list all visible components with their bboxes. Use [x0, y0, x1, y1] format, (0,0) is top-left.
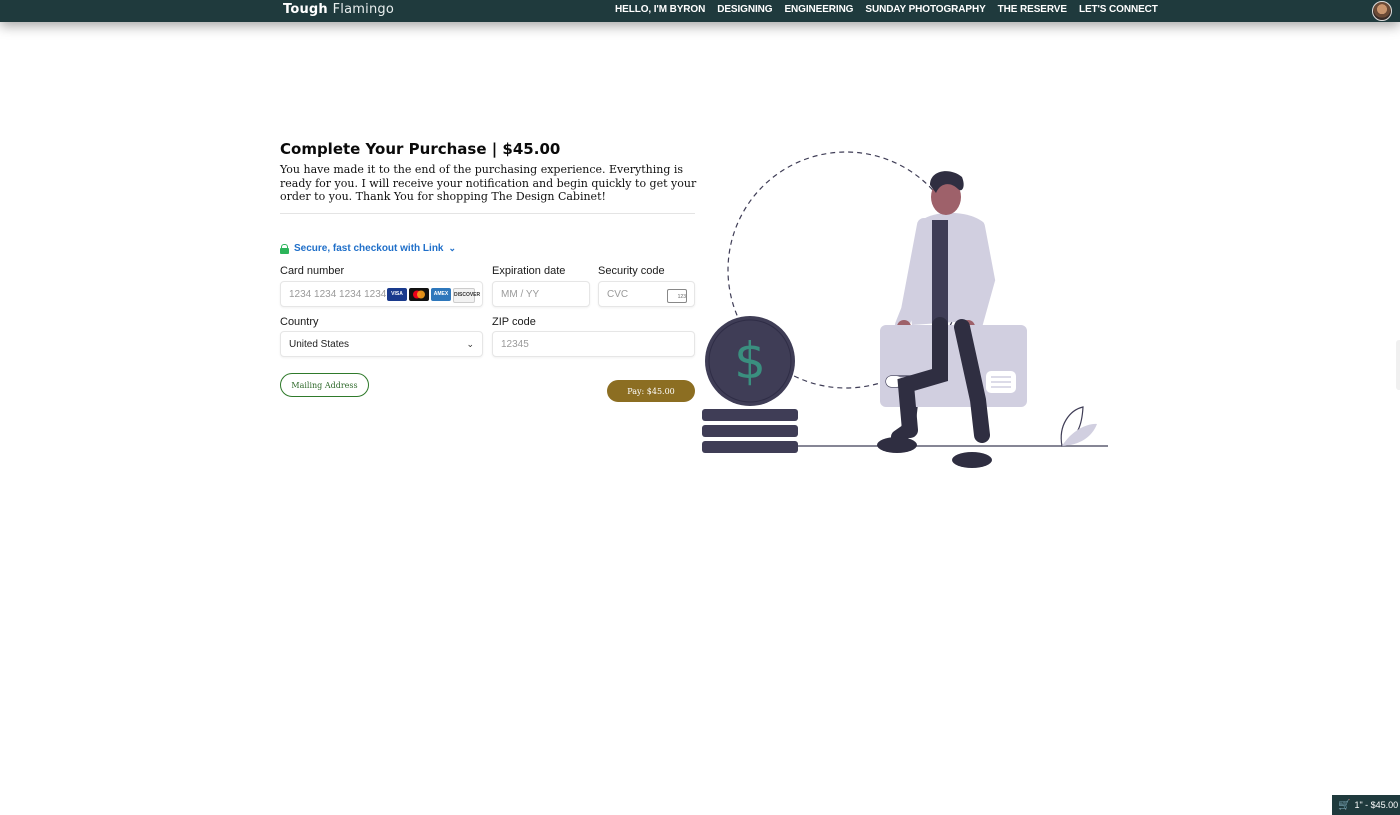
- pay-button[interactable]: Pay: $45.00: [607, 380, 695, 402]
- cart-widget[interactable]: 🛒 1" - $45.00: [1332, 795, 1400, 815]
- amex-icon: AMEX: [431, 288, 451, 301]
- coin-stack-3: [702, 441, 798, 453]
- cart-icon: 🛒: [1338, 799, 1351, 811]
- person-shirt: [932, 220, 948, 330]
- security-code-input[interactable]: CVC 123: [598, 281, 695, 307]
- nav-item-lets-connect[interactable]: LET'S CONNECT: [1079, 4, 1158, 15]
- security-code-placeholder: CVC: [607, 288, 629, 300]
- expiration-input[interactable]: MM / YY: [492, 281, 590, 307]
- security-code-label: Security code: [598, 265, 665, 277]
- brand-light: Flamingo: [332, 2, 395, 17]
- link-checkout[interactable]: Secure, fast checkout with Link ⌄: [280, 243, 456, 254]
- cvc-card-icon: 123: [667, 289, 687, 303]
- discover-icon: DISCOVER: [453, 288, 480, 303]
- country-value: United States: [289, 338, 350, 350]
- nav-item-engineering[interactable]: ENGINEERING: [784, 4, 853, 15]
- nav-menu: HELLO, I'M BYRON DESIGNING ENGINEERING S…: [615, 4, 1158, 15]
- nav-item-sunday-photography[interactable]: SUNDAY PHOTOGRAPHY: [865, 4, 985, 15]
- expiration-placeholder: MM / YY: [501, 288, 540, 300]
- visa-icon: VISA: [387, 288, 407, 301]
- nav-item-the-reserve[interactable]: THE RESERVE: [998, 4, 1067, 15]
- coin-stack-2: [702, 425, 798, 437]
- card-number-placeholder: 1234 1234 1234 1234: [289, 288, 387, 300]
- dollar-sign: $: [734, 332, 766, 390]
- person-shoe-right: [952, 452, 992, 468]
- link-checkout-label: Secure, fast checkout with Link: [294, 243, 444, 254]
- chevron-down-icon: ⌄: [466, 339, 474, 349]
- card-brands: VISA AMEX DISCOVER: [387, 288, 480, 303]
- brand-logo[interactable]: Tough Flamingo: [283, 2, 394, 17]
- expiration-label: Expiration date: [492, 265, 566, 277]
- card-number-label: Card number: [280, 265, 345, 277]
- zip-input[interactable]: 12345: [492, 331, 695, 357]
- nav-item-hello[interactable]: HELLO, I'M BYRON: [615, 4, 705, 15]
- mailing-address-button[interactable]: Mailing Address: [280, 373, 369, 397]
- zip-placeholder: 12345: [501, 338, 529, 350]
- cart-total: 1" - $45.00: [1354, 800, 1399, 810]
- avatar[interactable]: [1372, 1, 1392, 21]
- card-number-input[interactable]: 1234 1234 1234 1234 VISA AMEX DISCOVER: [280, 281, 483, 307]
- mastercard-icon: [409, 288, 429, 301]
- zip-label: ZIP code: [492, 316, 536, 328]
- top-nav: Tough Flamingo HELLO, I'M BYRON DESIGNIN…: [0, 0, 1400, 22]
- nav-item-designing[interactable]: DESIGNING: [717, 4, 772, 15]
- country-select[interactable]: United States ⌄: [280, 331, 483, 357]
- divider: [280, 213, 695, 214]
- purchase-description: You have made it to the end of the purch…: [280, 163, 697, 203]
- coin-stack-1: [702, 409, 798, 421]
- country-label: Country: [280, 316, 319, 328]
- lock-icon: [280, 243, 289, 254]
- person-shoe-left: [877, 437, 917, 453]
- side-edge-tab[interactable]: [1396, 340, 1400, 390]
- brand-bold: Tough: [283, 2, 328, 17]
- payment-illustration: $: [702, 151, 1108, 468]
- page-title: Complete Your Purchase | $45.00: [280, 140, 561, 158]
- chevron-down-icon: ⌄: [448, 243, 457, 253]
